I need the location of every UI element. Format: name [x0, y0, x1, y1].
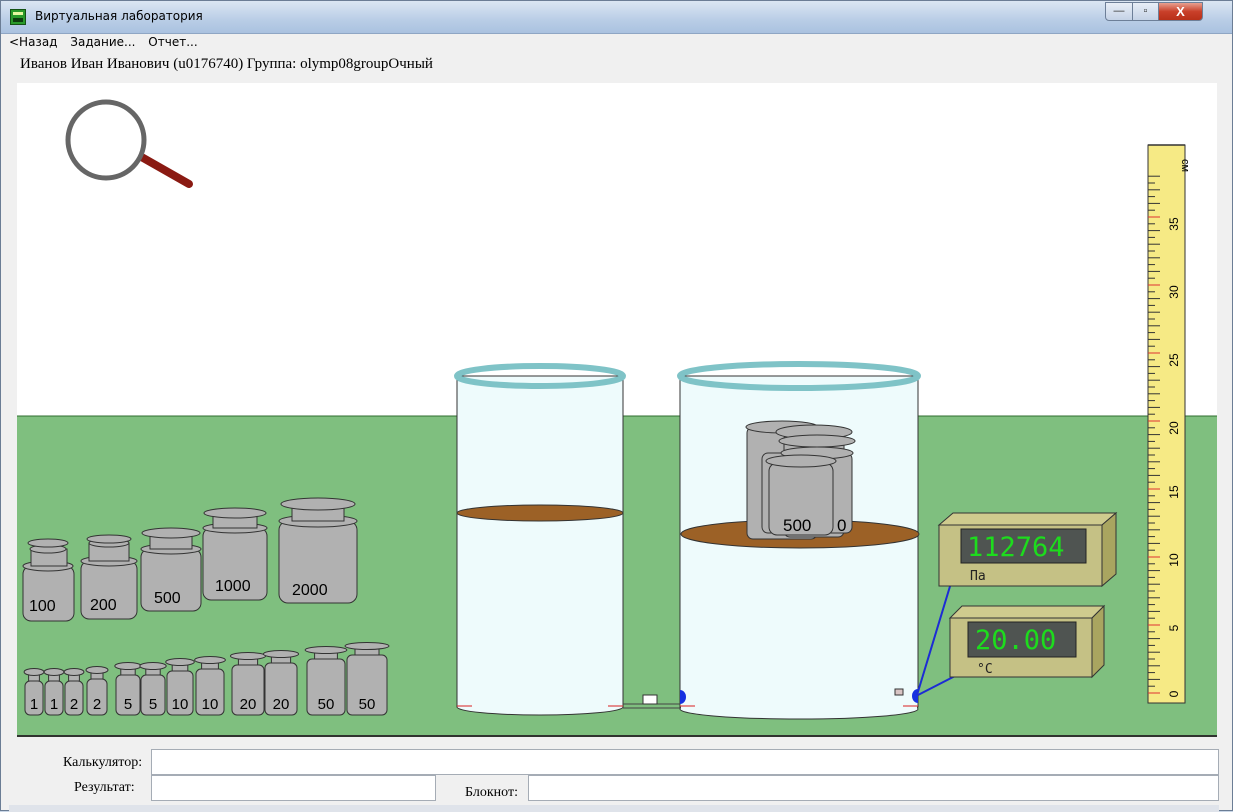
lab-scene: 500 0 112764 Па 20.00 °C см 35 30 25 20 …: [17, 83, 1217, 737]
temperature-readout: 20.00: [975, 625, 1056, 656]
ruler-label-5: 5: [1167, 624, 1181, 631]
left-vessel: [454, 363, 626, 716]
ruler[interactable]: см 35 30 25 20 15 10 5 0: [1147, 144, 1191, 704]
window-title: Виртуальная лаборатория: [35, 9, 203, 23]
left-piston[interactable]: [456, 504, 624, 522]
small-weight-label: 20: [273, 696, 290, 713]
small-weight-label: 50: [318, 696, 335, 713]
valve[interactable]: [642, 694, 658, 705]
minimize-button[interactable]: —: [1105, 2, 1133, 21]
weight-label-200: 200: [90, 597, 117, 614]
ruler-label-20: 20: [1167, 421, 1181, 435]
user-info: Иванов Иван Иванович (u0176740) Группа: …: [20, 56, 433, 72]
pressure-readout: 112764: [967, 532, 1065, 563]
weight-label-1000: 1000: [215, 578, 251, 595]
title-bar: Виртуальная лаборатория — ▫ X: [1, 1, 1232, 34]
menu-task[interactable]: Задание...: [70, 34, 135, 50]
magnifier-icon[interactable]: [65, 99, 193, 188]
large-weight-100[interactable]: 100: [22, 538, 75, 622]
menu-bar: <Назад Задание... Отчет...: [9, 34, 207, 52]
large-weight-500[interactable]: 500: [140, 527, 202, 612]
calculator-label: Калькулятор:: [63, 755, 143, 770]
temperature-unit: °C: [977, 662, 993, 677]
app-icon: [10, 9, 26, 25]
weight-label-100: 100: [29, 598, 56, 615]
small-weight-label: 10: [202, 696, 219, 713]
ruler-label-30: 30: [1167, 285, 1181, 299]
weight-label-500: 500: [154, 590, 181, 607]
large-weight-1000[interactable]: 1000: [202, 507, 268, 601]
ruler-label-35: 35: [1167, 217, 1181, 231]
pressure-unit: Па: [970, 569, 986, 584]
ruler-unit: см: [1179, 159, 1191, 172]
weights-on-piston[interactable]: 500 0: [745, 420, 856, 540]
close-button[interactable]: X: [1158, 2, 1203, 21]
small-weight-label: 1: [30, 696, 38, 713]
ruler-label-25: 25: [1167, 353, 1181, 367]
calculator-input[interactable]: [151, 749, 1219, 775]
pressure-meter: 112764 Па: [937, 511, 1118, 588]
small-weight-label: 5: [124, 696, 132, 713]
piston-weight-hidden-label: 0: [837, 516, 846, 535]
maximize-button[interactable]: ▫: [1132, 2, 1159, 21]
menu-back[interactable]: <Назад: [9, 34, 57, 50]
thermometer: 20.00 °C: [948, 604, 1106, 679]
large-weight-200[interactable]: 200: [80, 534, 138, 620]
small-weight-label: 1: [50, 696, 58, 713]
menu-report[interactable]: Отчет...: [148, 34, 197, 50]
small-weight-label: 20: [240, 696, 257, 713]
notebook-label: Блокнот:: [465, 785, 518, 800]
piston-weight-label: 500: [783, 516, 811, 535]
small-weight-label: 2: [70, 696, 78, 713]
app-window: Виртуальная лаборатория — ▫ X <Назад Зад…: [0, 0, 1233, 812]
notebook-input[interactable]: [528, 775, 1219, 801]
weight-label-2000: 2000: [292, 582, 328, 599]
small-weight-label: 10: [172, 696, 189, 713]
result-input[interactable]: [151, 775, 436, 801]
ruler-label-10: 10: [1167, 553, 1181, 567]
small-weight-label: 5: [149, 696, 157, 713]
small-weight-label: 2: [93, 696, 101, 713]
result-label: Результат:: [74, 780, 135, 795]
ruler-label-0: 0: [1167, 690, 1181, 697]
ruler-label-15: 15: [1167, 485, 1181, 499]
right-vessel: [677, 361, 921, 720]
small-weight-label: 50: [359, 696, 376, 713]
